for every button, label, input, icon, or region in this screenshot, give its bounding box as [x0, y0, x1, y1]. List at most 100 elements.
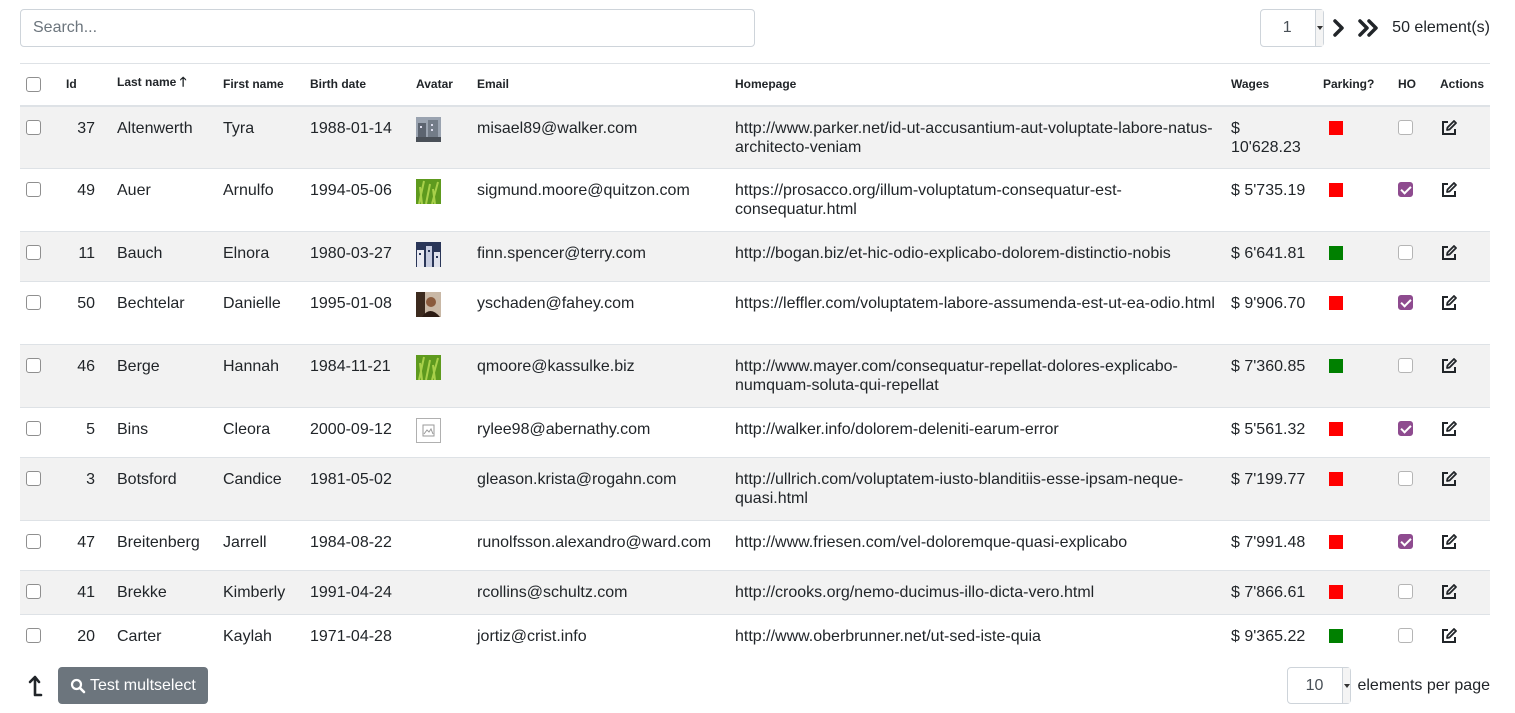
- row-checkbox[interactable]: [26, 628, 41, 643]
- col-parking[interactable]: Parking?: [1317, 63, 1392, 107]
- row-checkbox[interactable]: [26, 471, 41, 486]
- ho-checkbox[interactable]: [1398, 182, 1413, 197]
- table-row[interactable]: 47 Breitenberg Jarrell 1984-08-22 runolfsson…: [20, 520, 1490, 571]
- page-spin-icon[interactable]: [1315, 10, 1324, 46]
- data-table: Id Last name 🡑 First name Birth date Ava…: [20, 63, 1490, 659]
- cell-wages: $ 10'628.23: [1225, 105, 1317, 169]
- cell-email: finn.spencer@terry.com: [471, 231, 729, 282]
- cell-avatar: [410, 105, 471, 169]
- col-ho[interactable]: HO: [1392, 63, 1434, 107]
- per-page-spin-icon[interactable]: [1342, 668, 1351, 703]
- cell-wages: $ 5'561.32: [1225, 407, 1317, 458]
- edit-icon[interactable]: [1440, 119, 1458, 137]
- cell-wages: $ 9'906.70: [1225, 281, 1317, 345]
- edit-icon[interactable]: [1440, 627, 1458, 645]
- broken-image-icon: [416, 418, 441, 443]
- page-number-input[interactable]: 1: [1260, 9, 1325, 47]
- parking-status-indicator: [1329, 246, 1343, 260]
- col-wages[interactable]: Wages: [1225, 63, 1317, 107]
- footer-left: Test multselect: [20, 667, 208, 704]
- edit-icon[interactable]: [1440, 357, 1458, 375]
- cell-email: qmoore@kassulke.biz: [471, 344, 729, 408]
- cell-ho: [1392, 407, 1434, 458]
- cell-avatar: [410, 407, 471, 458]
- table-row[interactable]: 46 Berge Hannah 1984-11-21 qmoore@kassulke.b…: [20, 344, 1490, 408]
- col-last-name[interactable]: Last name 🡑: [111, 63, 217, 107]
- col-first-name[interactable]: First name: [217, 63, 304, 107]
- edit-icon[interactable]: [1440, 533, 1458, 551]
- test-multiselect-button[interactable]: Test multselect: [58, 667, 208, 704]
- cell-last-name: Bauch: [111, 231, 217, 282]
- table-row[interactable]: 20 Carter Kaylah 1971-04-28 jortiz@crist.inf…: [20, 614, 1490, 659]
- col-birth-date[interactable]: Birth date: [304, 63, 410, 107]
- table-row[interactable]: 41 Brekke Kimberly 1991-04-24 rcollins@schul…: [20, 570, 1490, 615]
- edit-icon[interactable]: [1440, 181, 1458, 199]
- row-checkbox[interactable]: [26, 119, 41, 135]
- ho-checkbox[interactable]: [1398, 119, 1413, 135]
- select-all-checkbox[interactable]: [26, 77, 41, 93]
- next-page-button[interactable]: [1324, 9, 1354, 47]
- double-chevron-right-icon: [1358, 19, 1378, 37]
- ho-checkbox[interactable]: [1398, 421, 1413, 436]
- cell-last-name: Carter: [111, 614, 217, 659]
- edit-icon[interactable]: [1440, 294, 1458, 312]
- cell-last-name: Berge: [111, 344, 217, 408]
- row-checkbox[interactable]: [26, 182, 41, 197]
- cell-homepage: http://walker.info/dolorem-deleniti-earu…: [729, 407, 1225, 458]
- row-checkbox[interactable]: [26, 245, 41, 260]
- ho-checkbox[interactable]: [1398, 295, 1413, 310]
- row-checkbox[interactable]: [26, 358, 41, 373]
- row-select-cell: [20, 168, 60, 232]
- cell-wages: $ 9'365.22: [1225, 614, 1317, 659]
- cell-wages: $ 7'199.77: [1225, 457, 1317, 521]
- table-row[interactable]: 37 Altenwerth Tyra 1988-01-14 misael89@walke…: [20, 105, 1490, 169]
- cell-first-name: Danielle: [217, 281, 304, 345]
- table-row[interactable]: 3 Botsford Candice 1981-05-02 gleason.krista…: [20, 457, 1490, 521]
- ho-checkbox[interactable]: [1398, 534, 1413, 549]
- search-input[interactable]: [20, 9, 755, 47]
- ho-checkbox[interactable]: [1398, 245, 1413, 260]
- cell-avatar: [410, 520, 471, 571]
- table-row[interactable]: 50 Bechtelar Danielle 1995-01-08 yschaden@fa…: [20, 281, 1490, 345]
- cell-last-name: Altenwerth: [111, 105, 217, 169]
- cell-avatar: [410, 168, 471, 232]
- ho-checkbox[interactable]: [1398, 358, 1413, 373]
- cell-wages: $ 5'735.19: [1225, 168, 1317, 232]
- parking-status-indicator: [1329, 183, 1343, 197]
- cell-first-name: Arnulfo: [217, 168, 304, 232]
- row-checkbox[interactable]: [26, 534, 41, 549]
- table-row[interactable]: 5 Bins Cleora 2000-09-12 rylee98@abernathy.c…: [20, 407, 1490, 458]
- cell-id: 49: [60, 168, 111, 232]
- cell-actions: [1434, 105, 1490, 169]
- col-email[interactable]: Email: [471, 63, 729, 107]
- row-checkbox[interactable]: [26, 295, 41, 310]
- ho-checkbox[interactable]: [1398, 628, 1413, 643]
- ho-checkbox[interactable]: [1398, 471, 1413, 486]
- col-homepage[interactable]: Homepage: [729, 63, 1225, 107]
- ho-checkbox[interactable]: [1398, 584, 1413, 599]
- cell-wages: $ 6'641.81: [1225, 231, 1317, 282]
- edit-icon[interactable]: [1440, 244, 1458, 262]
- table-row[interactable]: 49 Auer Arnulfo 1994-05-06 sigmund.moore@qui…: [20, 168, 1490, 232]
- cell-ho: [1392, 614, 1434, 659]
- row-checkbox[interactable]: [26, 421, 41, 436]
- table-row[interactable]: 11 Bauch Elnora 1980-03-27 finn.spencer@terr…: [20, 231, 1490, 282]
- cell-email: runolfsson.alexandro@ward.com: [471, 520, 729, 571]
- cell-last-name: Bechtelar: [111, 281, 217, 345]
- cell-avatar: [410, 344, 471, 408]
- cell-first-name: Kaylah: [217, 614, 304, 659]
- col-avatar[interactable]: Avatar: [410, 63, 471, 107]
- cell-ho: [1392, 105, 1434, 169]
- last-page-button[interactable]: [1354, 9, 1384, 47]
- per-page-input[interactable]: 10: [1287, 667, 1352, 704]
- edit-icon[interactable]: [1440, 420, 1458, 438]
- row-checkbox[interactable]: [26, 584, 41, 599]
- edit-icon[interactable]: [1440, 470, 1458, 488]
- cell-id: 46: [60, 344, 111, 408]
- parking-status-indicator: [1329, 585, 1343, 599]
- scroll-top-button[interactable]: [20, 667, 50, 704]
- cell-email: misael89@walker.com: [471, 105, 729, 169]
- edit-icon[interactable]: [1440, 583, 1458, 601]
- cell-id: 3: [60, 457, 111, 521]
- col-id[interactable]: Id: [60, 63, 111, 107]
